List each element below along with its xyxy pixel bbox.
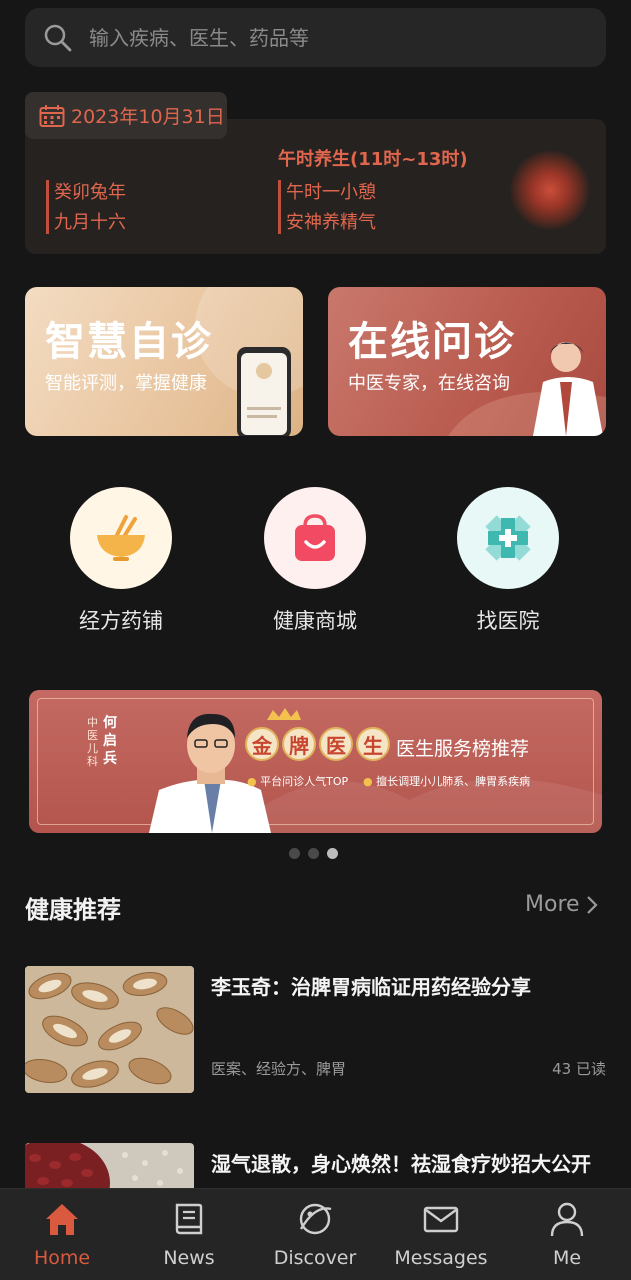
service-label: 健康商城: [273, 609, 357, 633]
more-link[interactable]: More: [525, 892, 598, 917]
point-text: 擅长调理小儿肺系、脾胃系疾病: [376, 775, 531, 788]
badge-char: 牌: [282, 727, 316, 761]
article-title: 李玉奇：治脾胃病临证用药经验分享: [211, 975, 531, 999]
service-label: 经方药铺: [79, 609, 163, 633]
carousel-dot[interactable]: [308, 848, 319, 859]
more-label: More: [525, 892, 580, 917]
online-consult-card[interactable]: 在线问诊 中医专家，在线咨询: [328, 287, 606, 436]
article-title: 湿气退散，身心焕然！祛湿食疗妙招大公开: [211, 1152, 591, 1176]
service-health-mall[interactable]: 健康商城: [235, 487, 395, 635]
article-read-count: 43 已读: [552, 1060, 606, 1078]
self-diagnosis-card[interactable]: 智慧自诊 智能评测，掌握健康: [25, 287, 303, 436]
badge-char: 金: [245, 727, 279, 761]
service-label: 找医院: [476, 609, 540, 633]
book-icon: [175, 1203, 203, 1235]
carousel-dot[interactable]: [289, 848, 300, 859]
lunar-day: 九月十六: [54, 212, 126, 233]
user-icon: [550, 1202, 584, 1237]
divider-bar: [46, 180, 49, 234]
tab-label: Discover: [273, 1247, 357, 1269]
tab-label: Home: [33, 1247, 91, 1269]
tab-me[interactable]: Me: [512, 1199, 622, 1269]
tab-discover[interactable]: Discover: [260, 1199, 370, 1269]
card-subtitle: 中医专家，在线咨询: [348, 373, 510, 394]
banner-headline: 医生服务榜推荐: [396, 738, 530, 760]
planet-icon: [299, 1203, 332, 1235]
divider-bar: [278, 180, 281, 234]
carousel-indicator: [289, 848, 338, 859]
search-bar[interactable]: [25, 8, 606, 67]
date-text: 2023年10月31日: [71, 106, 225, 128]
period-title: 午时养生(11时~13时): [278, 149, 468, 170]
date-badge: 2023年10月31日: [25, 92, 227, 139]
doctor-name: 何启兵: [103, 715, 117, 767]
mail-icon: [423, 1206, 459, 1233]
section-title: 健康推荐: [25, 896, 121, 924]
tab-label: News: [163, 1247, 215, 1269]
article-tags: 医案、经验方、脾胃: [211, 1060, 347, 1078]
service-herbal-pharmacy[interactable]: 经方药铺: [41, 487, 201, 635]
tab-home[interactable]: Home: [7, 1199, 117, 1269]
banner-point-1: ● 平台问诊人气TOP: [247, 775, 349, 788]
badge-char: 生: [356, 727, 390, 761]
herbal-bowl-icon: [70, 487, 172, 589]
tab-label: Messages: [394, 1247, 488, 1269]
card-title: 在线问诊: [348, 319, 516, 365]
hospital-cross-icon: [457, 487, 559, 589]
home-icon: [46, 1204, 78, 1235]
search-input[interactable]: [89, 25, 569, 50]
card-subtitle: 智能评测，掌握健康: [45, 373, 207, 394]
lunar-year: 癸卯兔年: [54, 182, 126, 203]
service-find-hospital[interactable]: 找医院: [428, 487, 588, 635]
badge-char: 医: [319, 727, 353, 761]
calendar-icon: [39, 104, 65, 127]
tab-messages[interactable]: Messages: [386, 1199, 496, 1269]
article-item[interactable]: 李玉奇：治脾胃病临证用药经验分享 医案、经验方、脾胃 43 已读: [25, 966, 606, 1093]
bottom-tab-bar: Home News Discover Messages Me: [0, 1188, 631, 1280]
chevron-right-icon: [586, 895, 598, 914]
search-icon: [44, 24, 72, 51]
point-text: 平台问诊人气TOP: [260, 775, 349, 788]
article-thumbnail: [25, 966, 194, 1093]
sun-orb-icon: [510, 150, 590, 230]
gold-doctor-banner[interactable]: 中医儿科 何启兵 金 牌 医 生 医生服务榜推荐 ● 平台问诊人气TOP ● 擅…: [29, 690, 602, 833]
tip-line-1: 午时一小憩: [286, 182, 376, 203]
card-title: 智慧自诊: [45, 319, 213, 365]
tip-line-2: 安神养精气: [286, 212, 376, 233]
gold-badge: 金 牌 医 生: [245, 727, 390, 761]
banner-point-2: ● 擅长调理小儿肺系、脾胃系疾病: [363, 775, 531, 788]
tab-label: Me: [552, 1247, 582, 1269]
doctor-dept: 中医儿科: [87, 716, 98, 768]
shopping-bag-icon: [264, 487, 366, 589]
tab-news[interactable]: News: [134, 1199, 244, 1269]
carousel-dot-active[interactable]: [327, 848, 338, 859]
